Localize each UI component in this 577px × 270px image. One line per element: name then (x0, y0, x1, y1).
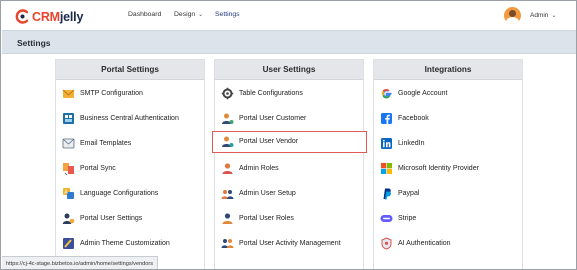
menu-item-label: Table Configurations (239, 90, 303, 97)
menu-item-label: Stripe (398, 215, 417, 222)
menu-item-label: Paypal (398, 190, 420, 197)
activity-management-icon (221, 237, 234, 250)
menu-item-label: Portal User Customer (239, 115, 307, 122)
user-customer-icon (221, 112, 234, 125)
menu-item-label: Portal Sync (80, 165, 116, 172)
table-config-icon (221, 87, 234, 100)
avatar[interactable] (504, 7, 521, 24)
crmjelly-logo-icon (15, 9, 30, 24)
menu-item-portal-user-settings[interactable]: Portal User Settings (56, 208, 206, 230)
menu-item-label: Portal User Activity Management (239, 240, 341, 247)
app-window: CRMjelly Dashboard Design ⌄ Settings Adm… (0, 0, 577, 270)
menu-item-label: Google Account (398, 90, 448, 97)
brand-crm: CRM (32, 9, 60, 24)
nav-design[interactable]: Design ⌄ (174, 11, 203, 18)
ai-auth-icon (380, 237, 393, 250)
page-title: Settings (17, 38, 51, 48)
menu-item-portal-user-roles[interactable]: Portal User Roles (215, 208, 365, 230)
nav-dashboard[interactable]: Dashboard (128, 11, 161, 18)
user-roles-icon (221, 212, 234, 225)
menu-item-label: Microsoft Identity Provider (398, 165, 479, 172)
menu-item-label: Business Central Authentication (80, 115, 179, 122)
menu-item-admin-roles[interactable]: Admin Roles (215, 158, 365, 180)
user-name: Admin (530, 12, 549, 19)
menu-item-label: Portal User Vendor (239, 138, 299, 145)
business-central-icon (62, 112, 75, 125)
menu-item-business-central-authentication[interactable]: Business Central Authentication (56, 108, 206, 130)
menu-item-portal-user-activity-management[interactable]: Portal User Activity Management (215, 233, 365, 255)
menu-item-label: Email Templates (80, 140, 132, 147)
brand-logo[interactable]: CRMjelly (15, 8, 83, 25)
menu-item-label: Admin User Setup (239, 190, 296, 197)
nav-dashboard-label: Dashboard (128, 11, 162, 18)
menu-item-linkedin[interactable]: LinkedIn (374, 133, 524, 155)
smtp-mail-icon (62, 87, 75, 100)
menu-item-microsoft-identity-provider[interactable]: Microsoft Identity Provider (374, 158, 524, 180)
menu-item-label: Admin Theme Customization (80, 240, 170, 247)
nav-design-label: Design (174, 11, 196, 18)
paypal-icon (380, 187, 393, 200)
brand-name: CRMjelly (32, 10, 83, 24)
status-bar-url: https://cj-4c-stage.bizbetos.io/admin/ho… (2, 256, 159, 269)
facebook-icon (380, 112, 393, 125)
menu-item-table-configurations[interactable]: Table Configurations (215, 83, 365, 105)
menu-item-label: Admin Roles (239, 165, 279, 172)
menu-item-ai-authentication[interactable]: AI Authentication (374, 233, 524, 255)
menu-item-label: SMTP Configuration (80, 90, 143, 97)
google-icon (380, 87, 393, 100)
top-navigation: CRMjelly Dashboard Design ⌄ Settings Adm… (2, 2, 576, 30)
user-settings-icon (62, 212, 75, 225)
user-menu[interactable]: Admin ⌄ (530, 12, 556, 19)
menu-item-portal-user-vendor[interactable]: Portal User Vendor (212, 131, 367, 153)
menu-item-admin-theme-customization[interactable]: Admin Theme Customization (56, 233, 206, 255)
svg-text:A: A (64, 190, 68, 196)
stripe-icon (380, 212, 393, 225)
integrations-panel: Integrations Google Account Facebook Lin… (373, 59, 524, 269)
menu-item-paypal[interactable]: Paypal (374, 183, 524, 205)
page-header: Settings (2, 30, 576, 54)
menu-item-label: AI Authentication (398, 240, 451, 247)
chevron-down-icon: ⌄ (198, 12, 204, 18)
menu-item-portal-sync[interactable]: Portal Sync (56, 158, 206, 180)
nav-settings-label: Settings (215, 11, 240, 18)
microsoft-icon (380, 162, 393, 175)
chevron-down-icon: ⌄ (551, 13, 557, 19)
user-vendor-icon (221, 135, 234, 148)
brand-jelly: jelly (59, 9, 84, 24)
menu-item-email-templates[interactable]: Email Templates (56, 133, 206, 155)
panel-title: Portal Settings (56, 60, 204, 80)
email-template-icon (62, 137, 75, 150)
menu-item-smtp-configuration[interactable]: SMTP Configuration (56, 83, 206, 105)
menu-item-admin-user-setup[interactable]: Admin User Setup (215, 183, 365, 205)
menu-item-google-account[interactable]: Google Account (374, 83, 524, 105)
menu-item-label: LinkedIn (398, 140, 425, 147)
menu-item-label: Language Configurations (80, 190, 159, 197)
panel-title: Integrations (374, 60, 522, 80)
theme-customization-icon (62, 237, 75, 250)
linkedin-icon (380, 137, 393, 150)
panel-title: User Settings (215, 60, 363, 80)
menu-item-label: Portal User Settings (80, 215, 143, 222)
user-settings-panel: User Settings Table Configurations Porta… (212, 59, 367, 269)
nav-settings[interactable]: Settings (215, 11, 240, 18)
language-icon: A (62, 187, 75, 200)
menu-item-language-configurations[interactable]: A Language Configurations (56, 183, 206, 205)
menu-item-stripe[interactable]: Stripe (374, 208, 524, 230)
menu-item-portal-user-customer[interactable]: Portal User Customer (215, 108, 365, 130)
admin-user-setup-icon (221, 187, 234, 200)
portal-sync-icon (62, 162, 75, 176)
portal-settings-panel: Portal Settings SMTP Configuration Busin… (55, 59, 206, 269)
menu-item-label: Facebook (398, 115, 429, 122)
menu-item-label: Portal User Roles (239, 215, 294, 222)
admin-roles-icon (221, 162, 234, 175)
menu-item-facebook[interactable]: Facebook (374, 108, 524, 130)
